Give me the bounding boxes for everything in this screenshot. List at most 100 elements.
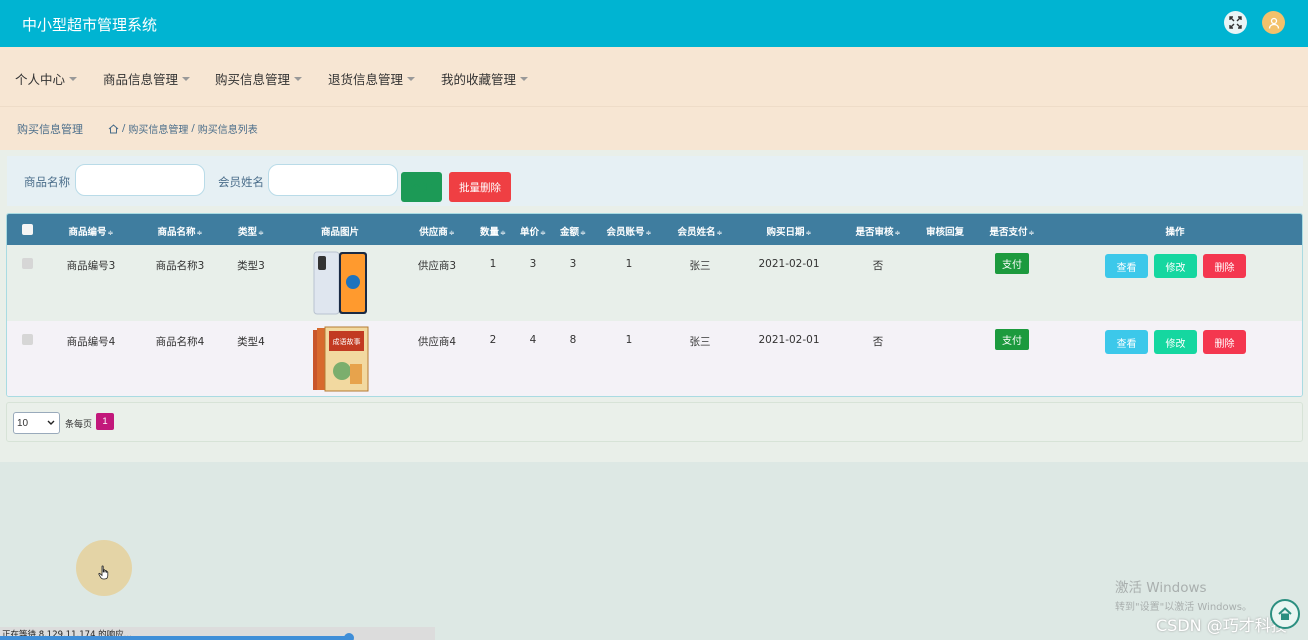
column-header[interactable]: 金额≑ [560,224,586,238]
cell-supplier: 供应商4 [417,336,457,348]
cell-purchase-date: 2021-02-01 [758,258,820,270]
cell-member-name: 张三 [689,336,711,348]
page-title: 购买信息管理 [17,123,83,136]
app-title: 中小型超市管理系统 [22,16,158,34]
breadcrumb: / 购买信息管理 / 购买信息列表 [108,121,258,136]
pagination: 10 条每页 1 [6,402,1303,442]
table-row: 商品编号4 商品名称4 类型4 成语故事 供应商4 2 4 8 1 张三 202… [7,321,1302,396]
menu-item-product-info[interactable]: 商品信息管理 [103,69,191,88]
windows-activation-watermark: 激活 Windows 转到"设置"以激活 Windows。 [1115,576,1252,613]
menu-item-label: 购买信息管理 [215,72,291,87]
book-image: 成语故事 [313,326,369,392]
menu-item-favorites[interactable]: 我的收藏管理 [441,69,529,88]
menu-item-purchase-info[interactable]: 购买信息管理 [215,69,303,88]
cell-audited: 否 [872,336,884,348]
back-to-top-button[interactable] [1270,599,1300,629]
column-header: 商品图片 [320,227,360,238]
pay-button[interactable]: 支付 [995,253,1029,274]
search-button[interactable]: 查询 [401,172,442,202]
caret-down-icon [294,77,303,81]
view-button[interactable]: 查看 [1105,254,1148,278]
row-checkbox[interactable] [22,258,33,269]
watermark-line2: 转到"设置"以激活 Windows。 [1115,602,1253,613]
user-icon [1268,17,1279,29]
delete-button[interactable]: 删除 [1203,254,1246,278]
caret-down-icon [69,77,78,81]
watermark-line1: 激活 Windows [1115,580,1207,596]
cell-type: 类型4 [237,336,265,348]
cell-type: 类型3 [237,260,265,272]
caret-down-icon [182,77,191,81]
menu-item-label: 个人中心 [15,72,66,87]
product-name-input[interactable] [75,164,205,196]
column-header[interactable]: 会员姓名≑ [678,224,723,238]
member-name-input[interactable] [268,164,398,196]
hand-cursor-icon [98,565,109,580]
column-header[interactable]: 商品编号≑ [69,224,114,238]
menu-item-return-info[interactable]: 退货信息管理 [328,69,416,88]
caret-down-icon [407,77,416,81]
cell-amount: 8 [569,334,577,346]
menu-item-personal-center[interactable]: 个人中心 [15,69,78,88]
cell-product-code: 商品编号3 [66,260,116,272]
cell-member-account: 1 [625,334,633,346]
column-header[interactable]: 购买日期≑ [767,224,812,238]
page-size-value: 10 [17,417,29,429]
row-checkbox[interactable] [22,334,33,345]
column-header[interactable]: 单价≑ [520,224,546,238]
cell-amount: 3 [569,258,577,270]
breadcrumb-item[interactable]: 购买信息管理 [128,121,188,136]
expand-icon [1229,16,1242,29]
cell-quantity: 2 [489,334,497,346]
page-size-select[interactable]: 10 [13,412,60,434]
edit-button[interactable]: 修改 [1154,254,1197,278]
column-header[interactable]: 数量≑ [480,224,506,238]
column-header: 操作 [1165,227,1185,238]
svg-text:成语故事: 成语故事 [333,337,361,346]
fullscreen-button[interactable] [1224,11,1247,34]
cell-member-name: 张三 [689,260,711,272]
loading-progress-bar [0,636,350,640]
cell-member-account: 1 [625,258,633,270]
user-avatar[interactable] [1262,11,1285,34]
cell-purchase-date: 2021-02-01 [758,334,820,346]
member-name-label: 会员姓名 [218,175,264,189]
breadcrumb-separator: / [191,123,195,134]
cell-product-code: 商品编号4 [66,336,116,348]
column-header[interactable]: 是否支付≑ [990,224,1035,238]
csdn-watermark: CSDN @巧才科技 [1156,616,1287,635]
product-name-label: 商品名称 [24,175,70,189]
purchase-table: 商品编号≑ 商品名称≑ 类型≑ 商品图片 供应商≑ 数量≑ 单价≑ 金额≑ 会员… [6,213,1303,397]
progress-knob [344,633,354,640]
column-header[interactable]: 类型≑ [238,224,264,238]
menu-item-label: 商品信息管理 [103,72,179,87]
top-header: 中小型超市管理系统 [0,0,1308,47]
menu-item-label: 退货信息管理 [328,72,404,87]
bulk-delete-button[interactable]: 批量删除 [449,172,511,202]
breadcrumb-separator: / [122,123,126,134]
cell-supplier: 供应商3 [417,260,457,272]
edit-button[interactable]: 修改 [1154,330,1197,354]
cell-product-name: 商品名称3 [155,260,205,272]
cell-audited: 否 [872,260,884,272]
cell-quantity: 1 [489,258,497,270]
column-header[interactable]: 商品名称≑ [158,224,203,238]
page-number-button[interactable]: 1 [96,413,114,430]
table-row: 商品编号3 商品名称3 类型3 供应商3 1 3 3 1 张三 2021-02-… [7,245,1302,321]
column-header: 审核回复 [925,227,965,238]
pay-button[interactable]: 支付 [995,329,1029,350]
cursor-highlight [76,540,132,596]
delete-button[interactable]: 删除 [1203,330,1246,354]
column-header[interactable]: 是否审核≑ [856,224,901,238]
table-header: 商品编号≑ 商品名称≑ 类型≑ 商品图片 供应商≑ 数量≑ 单价≑ 金额≑ 会员… [7,214,1302,245]
cell-price: 4 [529,334,537,346]
per-page-label: 条每页 [65,420,93,430]
home-icon[interactable] [108,123,119,134]
column-header[interactable]: 供应商≑ [419,224,454,238]
browser-status-bar: 正在等待 8.129.11.174 的响应... [0,627,435,640]
view-button[interactable]: 查看 [1105,330,1148,354]
main-menu: 个人中心 商品信息管理 购买信息管理 退货信息管理 我的收藏管理 [0,47,1308,107]
column-header[interactable]: 会员账号≑ [607,224,652,238]
select-all-checkbox[interactable] [22,224,33,235]
phone-image [313,251,367,315]
